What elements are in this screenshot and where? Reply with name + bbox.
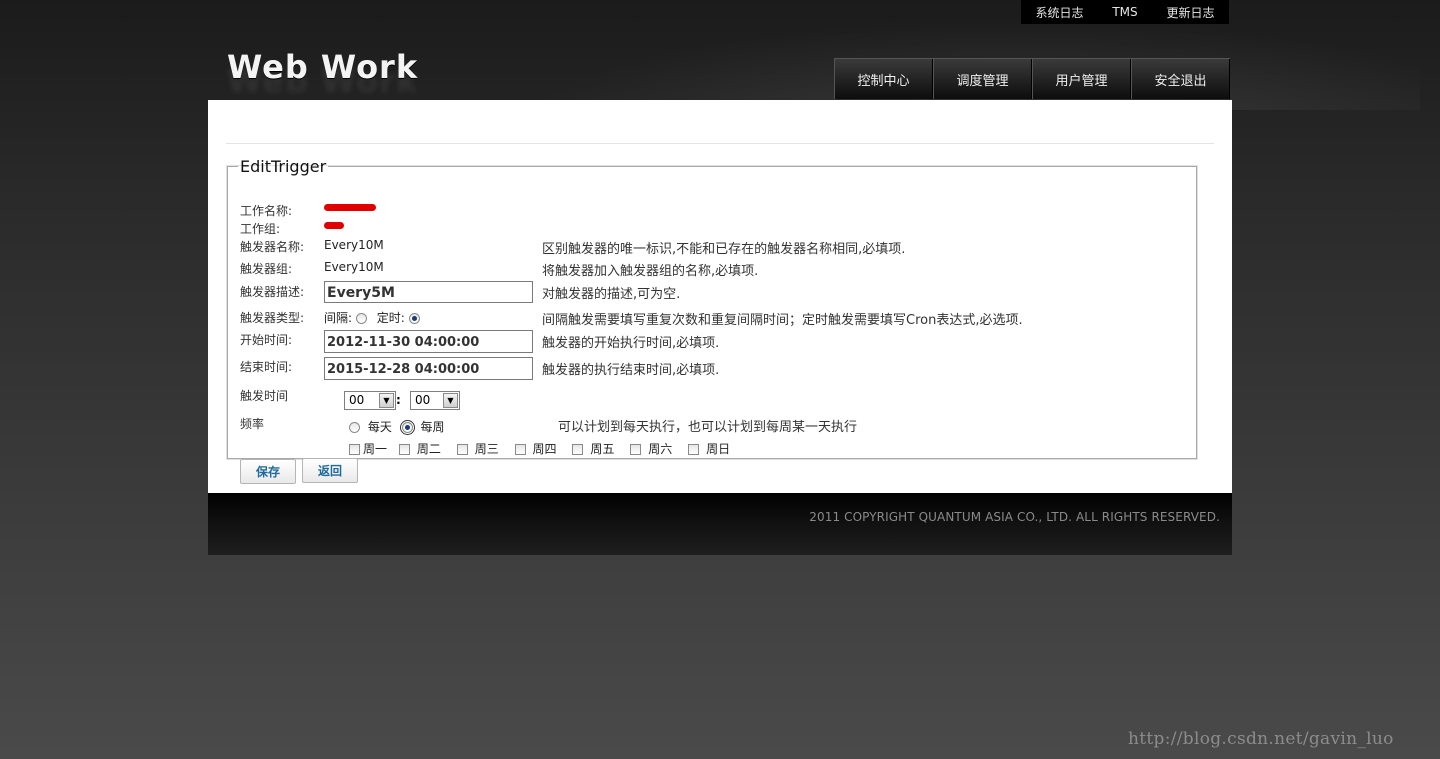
job-group-label: 工作组: bbox=[240, 222, 281, 236]
weekday-checkbox-wed[interactable] bbox=[456, 444, 468, 455]
hour-value: 00 bbox=[349, 393, 365, 407]
weekday-label-tue: 周二 bbox=[416, 442, 441, 456]
edit-trigger-fieldset: EditTrigger 工作名称: 工作组: 触发器名称: Every10M 区… bbox=[227, 157, 1197, 484]
trigger-group-hint: 将触发器加入触发器组的名称,必填项. bbox=[542, 264, 759, 279]
end-time-label: 结束时间: bbox=[240, 360, 293, 374]
freq-daily-label: 每天 bbox=[367, 420, 392, 434]
job-name-redaction bbox=[324, 204, 376, 211]
trigger-type-options: 间隔: 定时: bbox=[324, 309, 420, 326]
chevron-down-icon: ▼ bbox=[379, 393, 394, 408]
trigger-desc-input[interactable]: Every5M bbox=[324, 281, 533, 303]
frequency-label: 频率 bbox=[240, 417, 265, 431]
weekday-label-wed: 周三 bbox=[474, 442, 499, 456]
end-time-hint: 触发器的执行结束时间,必填项. bbox=[542, 363, 720, 378]
nav-item-user-management[interactable]: 用户管理 bbox=[1032, 59, 1131, 99]
trigger-name-label: 触发器名称: bbox=[240, 240, 305, 254]
trigger-type-label: 触发器类型: bbox=[240, 311, 305, 325]
weekday-label-mon: 周一 bbox=[363, 442, 388, 456]
time-separator: : bbox=[396, 393, 401, 407]
nav-item-control-center[interactable]: 控制中心 bbox=[834, 59, 933, 99]
minute-select[interactable]: 00 ▼ bbox=[410, 391, 460, 410]
weekday-checkbox-sat[interactable] bbox=[630, 444, 642, 455]
start-time-hint: 触发器的开始执行时间,必填项. bbox=[542, 336, 720, 351]
weekday-checkbox-mon[interactable] bbox=[349, 444, 360, 455]
job-group-redaction bbox=[324, 222, 344, 229]
weekday-checkbox-tue[interactable] bbox=[398, 444, 410, 455]
site-logo: Web Work bbox=[227, 48, 419, 86]
chevron-down-icon: ▼ bbox=[443, 393, 458, 408]
back-button[interactable]: 返回 bbox=[302, 458, 358, 483]
freq-weekly-label: 每周 bbox=[420, 420, 445, 434]
fieldset-legend: EditTrigger bbox=[240, 157, 327, 176]
fire-time-label: 触发时间 bbox=[240, 389, 289, 403]
main-content: EditTrigger 工作名称: 工作组: 触发器名称: Every10M 区… bbox=[208, 100, 1232, 493]
trigger-type-hint: 间隔触发需要填写重复次数和重复间隔时间；定时触发需要填写Cron表达式,必选项. bbox=[542, 313, 1023, 328]
frequency-options: 每天 每周 bbox=[349, 418, 445, 435]
weekday-checkbox-fri[interactable] bbox=[572, 444, 584, 455]
start-time-label: 开始时间: bbox=[240, 333, 293, 347]
trigger-desc-label: 触发器描述: bbox=[240, 285, 305, 299]
copyright-text: 2011 COPYRIGHT QUANTUM ASIA CO., LTD. AL… bbox=[809, 510, 1220, 524]
end-time-input[interactable]: 2015-12-28 04:00:00 bbox=[324, 357, 533, 380]
blog-watermark: http://blog.csdn.net/gavin_luo bbox=[1128, 729, 1394, 749]
job-name-label: 工作名称: bbox=[240, 204, 293, 218]
hour-select[interactable]: 00 ▼ bbox=[344, 391, 396, 410]
topbar-link-tms[interactable]: TMS bbox=[1112, 5, 1137, 19]
topbar-link-system-log[interactable]: 系统日志 bbox=[1035, 4, 1083, 21]
start-time-input[interactable]: 2012-11-30 04:00:00 bbox=[324, 330, 533, 353]
freq-daily-radio[interactable] bbox=[349, 422, 360, 433]
trigger-name-hint: 区别触发器的唯一标识,不能和已存在的触发器名称相同,必填项. bbox=[542, 242, 906, 257]
trigger-group-value: Every10M bbox=[324, 260, 384, 274]
save-button[interactable]: 保存 bbox=[240, 459, 296, 484]
weekday-label-fri: 周五 bbox=[590, 442, 615, 456]
trigger-desc-hint: 对触发器的描述,可为空. bbox=[542, 287, 681, 302]
weekday-checkbox-thu[interactable] bbox=[514, 444, 526, 455]
weekday-label-sat: 周六 bbox=[648, 442, 673, 456]
weekday-label-thu: 周四 bbox=[532, 442, 557, 456]
type-interval-label: 间隔: bbox=[324, 311, 353, 325]
frequency-hint: 可以计划到每天执行，也可以计划到每周某一天执行 bbox=[558, 420, 858, 435]
type-interval-radio[interactable] bbox=[355, 313, 367, 324]
nav-item-logout[interactable]: 安全退出 bbox=[1131, 59, 1230, 99]
footer: 2011 COPYRIGHT QUANTUM ASIA CO., LTD. AL… bbox=[208, 493, 1232, 555]
trigger-name-value: Every10M bbox=[324, 238, 384, 252]
minute-value: 00 bbox=[415, 393, 431, 407]
divider bbox=[226, 143, 1214, 144]
type-scheduled-radio[interactable] bbox=[408, 313, 420, 324]
weekday-label-sun: 周日 bbox=[706, 442, 731, 456]
main-nav: 控制中心 调度管理 用户管理 安全退出 bbox=[834, 58, 1230, 99]
trigger-group-label: 触发器组: bbox=[240, 262, 293, 276]
topbar-link-update-log[interactable]: 更新日志 bbox=[1167, 4, 1215, 21]
top-utility-bar: 系统日志 TMS 更新日志 bbox=[1021, 0, 1229, 24]
weekday-checkbox-sun[interactable] bbox=[688, 444, 700, 455]
weekday-checkboxes: 周一 周二 周三 周四 周五 周六 周日 bbox=[349, 440, 730, 457]
freq-weekly-radio[interactable] bbox=[399, 420, 415, 435]
type-scheduled-label: 定时: bbox=[376, 311, 405, 325]
nav-item-schedule-management[interactable]: 调度管理 bbox=[933, 59, 1032, 99]
